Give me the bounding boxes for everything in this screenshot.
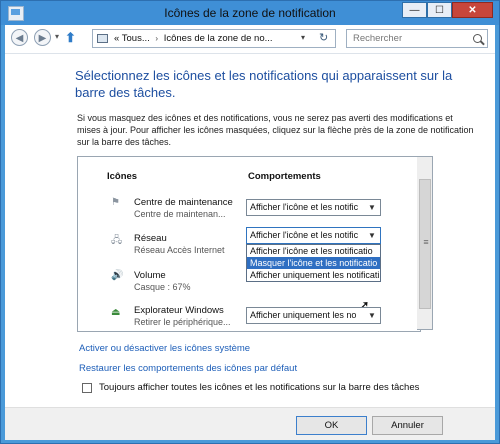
always-show-checkbox[interactable]: [82, 383, 92, 393]
navigation-bar: ◀ ▶ ▾ ⬆ « Tous... › Icônes de la zone de…: [5, 25, 495, 54]
window: Icônes de la zone de notification — ☐ ✕ …: [0, 0, 500, 444]
address-dropdown-icon[interactable]: ▾: [301, 33, 305, 42]
maximize-button[interactable]: ☐: [427, 2, 452, 18]
arrow-right-icon: ▶: [38, 33, 47, 44]
breadcrumb-overflow[interactable]: «: [114, 33, 119, 44]
title-bar[interactable]: Icônes de la zone de notification — ☐ ✕: [1, 1, 499, 25]
address-bar[interactable]: « Tous... › Icônes de la zone de no... ▾…: [92, 29, 336, 48]
scrollbar[interactable]: ≡: [417, 156, 433, 330]
back-button[interactable]: ◀: [11, 29, 28, 46]
search-input[interactable]: Rechercher: [346, 29, 488, 48]
select-value: Afficher l'icône et les notific: [250, 202, 359, 212]
restore-defaults-link[interactable]: Restaurer les comportements des icônes p…: [79, 363, 297, 374]
recent-locations-dropdown[interactable]: ▾: [55, 32, 59, 41]
chevron-down-icon: ▼: [366, 228, 378, 243]
scrollbar-thumb[interactable]: ≡: [419, 179, 431, 309]
chevron-down-icon: ▼: [366, 200, 378, 215]
refresh-icon[interactable]: ↻: [319, 31, 328, 44]
breadcrumb: « Tous... › Icônes de la zone de no...: [114, 33, 273, 44]
control-panel-icon: [97, 34, 108, 43]
client-area: ◀ ▶ ▾ ⬆ « Tous... › Icônes de la zone de…: [5, 25, 495, 440]
network-icon: 🖧: [111, 235, 123, 246]
flag-icon: ⚑: [111, 197, 120, 208]
chevron-down-icon: ▼: [366, 308, 378, 323]
column-header-icons: Icônes: [107, 171, 138, 182]
breadcrumb-item-all[interactable]: Tous...: [122, 33, 150, 44]
select-value: Afficher l'icône et les notific: [250, 230, 359, 240]
row-subtitle: Centre de maintenan...: [134, 209, 226, 219]
up-button[interactable]: ⬆: [65, 30, 76, 46]
dialog-footer: OK Annuler: [5, 407, 495, 440]
breadcrumb-item-current[interactable]: Icônes de la zone de no...: [164, 33, 273, 44]
volume-icon: 🔊: [111, 270, 124, 281]
chevron-right-icon[interactable]: ›: [155, 34, 158, 43]
usb-eject-icon: ⏏: [111, 307, 121, 318]
row-name: Réseau: [134, 233, 167, 244]
behavior-select[interactable]: Afficher l'icône et les notific ▼: [246, 199, 381, 216]
page-title: Sélectionnez les icônes et les notificat…: [75, 68, 453, 100]
behavior-select[interactable]: Afficher l'icône et les notific ▼: [246, 227, 381, 244]
behavior-dropdown-list: Afficher l'icône et les notificatio Masq…: [246, 244, 381, 282]
always-show-label[interactable]: Toujours afficher toutes les icônes et l…: [99, 382, 419, 393]
row-name: Explorateur Windows: [134, 305, 224, 316]
behavior-select[interactable]: Afficher uniquement les no ▼: [246, 307, 381, 324]
search-icon[interactable]: [473, 34, 482, 43]
dropdown-option[interactable]: Afficher uniquement les notificati: [247, 269, 380, 281]
minimize-button[interactable]: —: [402, 2, 427, 18]
row-subtitle: Retirer le périphérique...: [134, 317, 230, 327]
row-name: Volume: [134, 270, 166, 281]
close-button[interactable]: ✕: [452, 2, 493, 18]
select-value: Afficher uniquement les no: [250, 310, 357, 320]
cancel-button[interactable]: Annuler: [372, 416, 443, 435]
icons-table: Icônes Comportements ⚑ Centre de mainten…: [77, 156, 421, 332]
arrow-left-icon: ◀: [15, 33, 24, 44]
description-text: Si vous masquez des icônes et des notifi…: [77, 113, 474, 147]
row-subtitle: Réseau Accès Internet: [134, 245, 225, 255]
dropdown-option[interactable]: Afficher l'icône et les notificatio: [247, 245, 380, 257]
row-subtitle: Casque : 67%: [134, 282, 191, 292]
dropdown-option[interactable]: Masquer l'icône et les notificatio: [247, 257, 380, 269]
system-icons-link[interactable]: Activer ou désactiver les icônes système: [79, 343, 250, 354]
ok-button[interactable]: OK: [296, 416, 367, 435]
row-name: Centre de maintenance: [134, 197, 233, 208]
grip-icon: ≡: [423, 237, 429, 247]
search-placeholder: Rechercher: [353, 33, 403, 44]
forward-button[interactable]: ▶: [34, 29, 51, 46]
column-header-behaviors: Comportements: [248, 171, 321, 182]
